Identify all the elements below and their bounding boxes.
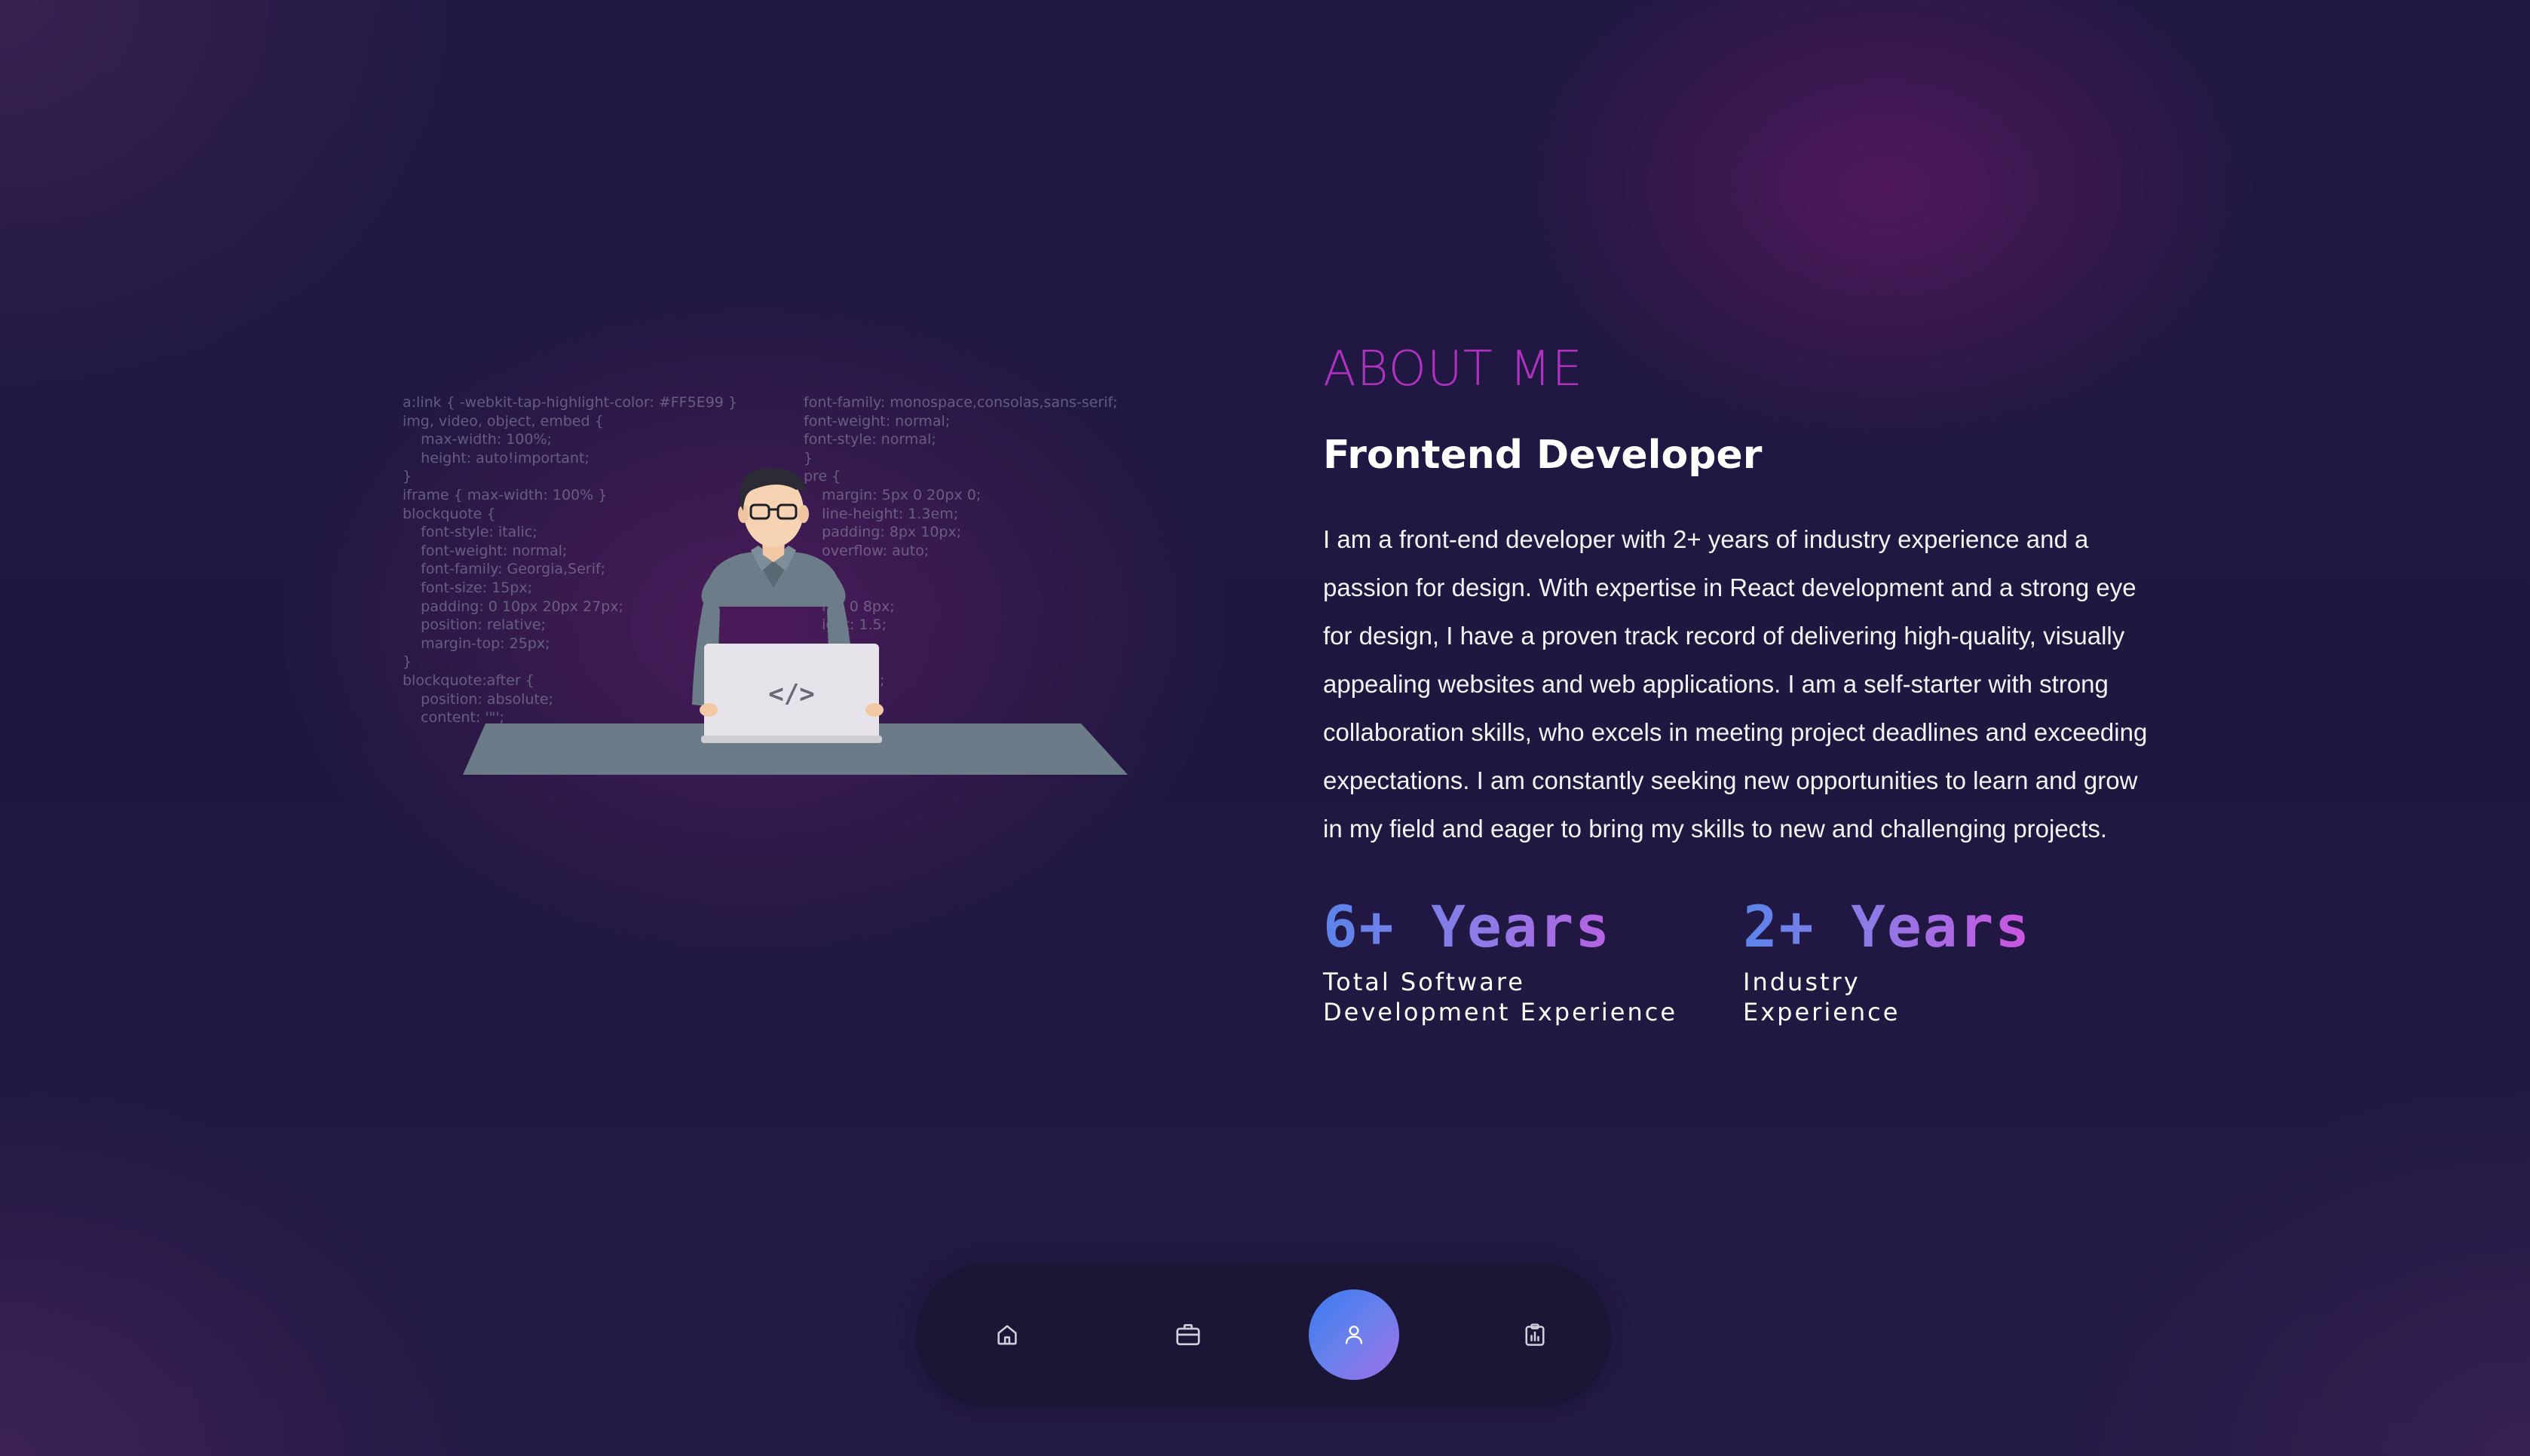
about-subtitle: Frontend Developer [1323,433,1763,478]
stat-value: 6+ Years [1323,893,1677,961]
stat-value: 2+ Years [1743,893,2032,960]
stat-total-experience: 6+ Years Total Software Development Expe… [1323,893,1677,1027]
developer-at-laptop-icon: </> [463,468,1128,775]
about-title: ABOUT ME [1323,341,1583,397]
home-icon [997,1325,1017,1345]
clipboard-chart-icon [1525,1323,1545,1346]
briefcase-icon [1176,1323,1200,1346]
stat-label: Industry Experience [1743,968,1901,1026]
bottom-nav [917,1262,1610,1407]
stat-industry-experience: 2+ Years Industry Experience [1743,893,2031,1027]
nav-home-button[interactable] [962,1289,1052,1380]
about-description: I am a front-end developer with 2+ years… [1323,525,2148,843]
developer-illustration: a:link { -webkit-tap-highlight-color: #F… [392,384,1206,776]
laptop-code-symbol: </> [768,679,814,709]
nav-work-button[interactable] [1143,1289,1233,1380]
user-icon [1345,1326,1363,1344]
nav-stats-button[interactable] [1490,1289,1580,1380]
about-section: ABOUT ME Frontend Developer I am a front… [1323,332,2160,1026]
stat-label: Total Software Development Experience [1323,968,1678,1026]
nav-about-button[interactable] [1309,1289,1399,1380]
